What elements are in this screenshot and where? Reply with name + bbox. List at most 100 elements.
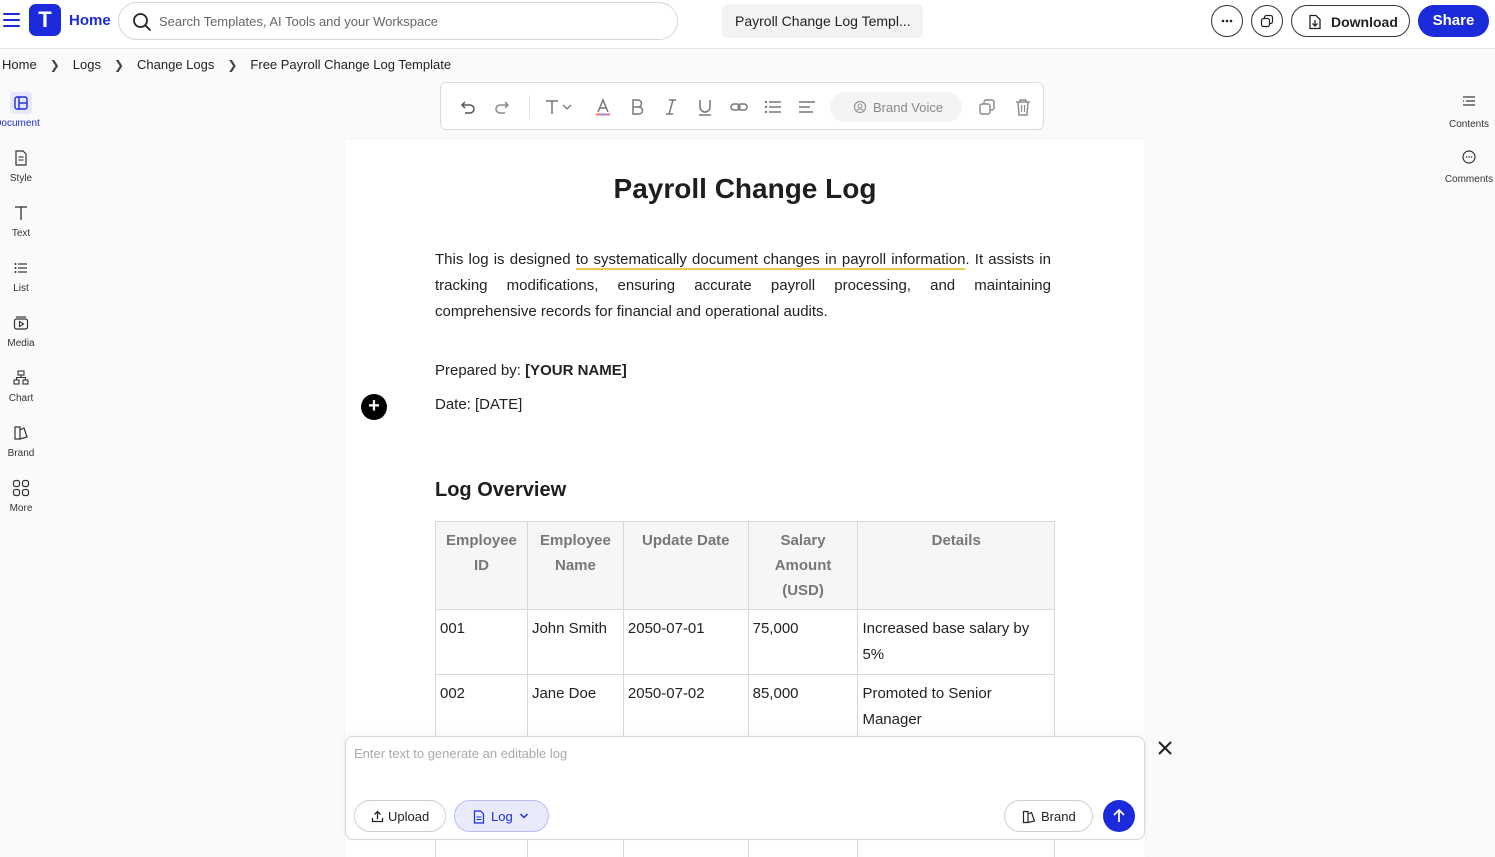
sidebar-item-label: List bbox=[13, 283, 29, 294]
delete-icon[interactable] bbox=[1013, 97, 1033, 117]
contents-button[interactable]: Contents bbox=[1439, 94, 1495, 134]
table-cell[interactable]: 2050-07-02 bbox=[622, 674, 749, 740]
bullet-list-icon[interactable] bbox=[763, 97, 783, 117]
top-bar: T Home Payroll Change Log Templ... Downl… bbox=[0, 0, 1495, 49]
brand-voice-label: Brand Voice bbox=[873, 100, 944, 115]
chevron-right-icon: ❯ bbox=[113, 57, 125, 72]
brand-button[interactable]: Brand bbox=[1004, 800, 1093, 832]
breadcrumb-current: Free Payroll Change Log Template bbox=[250, 57, 452, 72]
add-block-button[interactable]: + bbox=[361, 394, 387, 420]
close-icon[interactable] bbox=[1156, 739, 1174, 757]
text-color-icon[interactable] bbox=[593, 97, 613, 117]
log-type-label: Log bbox=[491, 809, 513, 824]
highlighted-phrase[interactable]: to systematically document changes in pa… bbox=[576, 251, 966, 268]
prepared-by-line[interactable]: Prepared by: [YOUR NAME] bbox=[435, 362, 627, 379]
bold-icon[interactable] bbox=[627, 97, 647, 117]
brand-voice-icon bbox=[853, 100, 867, 114]
contents-icon bbox=[1463, 96, 1475, 106]
brand-voice-button[interactable]: Brand Voice bbox=[830, 92, 962, 122]
home-link[interactable]: Home bbox=[69, 12, 111, 29]
sidebar-item-chart[interactable]: Chart bbox=[0, 365, 44, 415]
table-cell[interactable]: Increased base salary by 5% bbox=[857, 609, 1055, 675]
breadcrumb-change-logs[interactable]: Change Logs bbox=[137, 57, 214, 72]
sidebar-item-label: Style bbox=[9, 173, 33, 184]
more-options-button[interactable] bbox=[1211, 5, 1243, 37]
table-row: 002 Jane Doe 2050-07-02 85,000 Promoted … bbox=[435, 674, 1055, 740]
brand-icon bbox=[10, 422, 32, 444]
prepared-value: [YOUR NAME] bbox=[525, 362, 627, 379]
toolbar-divider bbox=[529, 95, 530, 119]
send-button[interactable] bbox=[1103, 800, 1135, 832]
column-header[interactable]: Details bbox=[857, 521, 1055, 610]
document-heading[interactable]: Payroll Change Log bbox=[345, 173, 1145, 205]
intro-text-start: This log is designed bbox=[435, 251, 576, 268]
breadcrumb: Home ❯ Logs ❯ Change Logs ❯ Free Payroll… bbox=[2, 57, 451, 72]
search-bar[interactable] bbox=[118, 2, 678, 40]
download-label: Download bbox=[1331, 14, 1398, 30]
redo-icon[interactable] bbox=[493, 97, 513, 117]
italic-icon[interactable] bbox=[661, 97, 681, 117]
duplicate-block-icon[interactable] bbox=[977, 97, 997, 117]
document-title[interactable]: Payroll Change Log Templ... bbox=[722, 4, 923, 38]
table-cell[interactable]: John Smith bbox=[526, 609, 624, 675]
table-cell[interactable]: 75,000 bbox=[747, 609, 859, 675]
breadcrumb-logs[interactable]: Logs bbox=[73, 57, 101, 72]
text-size-icon bbox=[546, 100, 572, 114]
list-icon bbox=[10, 257, 32, 279]
download-button[interactable]: Download bbox=[1291, 5, 1410, 37]
table-cell[interactable]: Promoted to Senior Manager bbox=[857, 674, 1055, 740]
search-input[interactable] bbox=[159, 11, 659, 31]
sidebar-item-label: Brand bbox=[7, 448, 35, 459]
sidebar-item-label: Chart bbox=[8, 393, 34, 404]
sidebar-item-more[interactable]: More bbox=[0, 475, 44, 525]
sidebar-item-label: More bbox=[9, 503, 33, 514]
table-cell[interactable]: 002 bbox=[435, 674, 528, 740]
intro-paragraph[interactable]: This log is designed to systematically d… bbox=[435, 247, 1051, 325]
date-line[interactable]: Date: [DATE] bbox=[435, 396, 522, 413]
copy-icon bbox=[1260, 14, 1274, 28]
table-cell[interactable]: Jane Doe bbox=[526, 674, 624, 740]
prompt-input[interactable] bbox=[354, 746, 1134, 786]
sidebar-item-media[interactable]: Media bbox=[0, 310, 44, 360]
comments-button[interactable]: Comments bbox=[1439, 149, 1495, 189]
column-header[interactable]: Employee Name bbox=[526, 521, 624, 610]
table-cell[interactable]: 2050-07-01 bbox=[622, 609, 749, 675]
comments-icon bbox=[1462, 150, 1476, 164]
align-icon[interactable] bbox=[797, 97, 817, 117]
upload-label: Upload bbox=[388, 809, 430, 824]
contents-label: Contents bbox=[1448, 119, 1490, 130]
section-heading[interactable]: Log Overview bbox=[435, 479, 566, 502]
table-cell[interactable]: 85,000 bbox=[747, 674, 859, 740]
column-header[interactable]: Employee ID bbox=[435, 521, 528, 610]
prepared-label: Prepared by: bbox=[435, 362, 526, 379]
text-size-dropdown[interactable] bbox=[543, 97, 579, 117]
download-file-icon bbox=[1309, 14, 1321, 30]
chevron-right-icon: ❯ bbox=[49, 57, 60, 72]
undo-icon[interactable] bbox=[457, 97, 477, 117]
table-cell[interactable]: 001 bbox=[435, 609, 528, 675]
arrow-up-icon bbox=[1113, 808, 1125, 822]
upload-icon bbox=[371, 810, 384, 823]
duplicate-button[interactable] bbox=[1251, 5, 1283, 37]
link-icon[interactable] bbox=[729, 97, 749, 117]
sidebar-item-list[interactable]: List bbox=[0, 255, 44, 305]
sidebar-item-document[interactable]: Document bbox=[0, 90, 44, 140]
chevron-down-icon bbox=[519, 813, 529, 819]
share-button[interactable]: Share bbox=[1418, 5, 1489, 37]
breadcrumb-home[interactable]: Home bbox=[2, 57, 37, 72]
app-logo[interactable]: T bbox=[29, 4, 61, 36]
sidebar-item-brand[interactable]: Brand bbox=[0, 420, 44, 470]
sidebar-item-style[interactable]: Style bbox=[0, 145, 44, 195]
sidebar-item-text[interactable]: Text bbox=[0, 200, 44, 250]
log-type-dropdown[interactable]: Log bbox=[454, 800, 549, 832]
comments-label: Comments bbox=[1444, 174, 1494, 185]
sidebar-item-label: Media bbox=[7, 338, 35, 349]
document-layout-icon bbox=[10, 92, 32, 114]
upload-button[interactable]: Upload bbox=[354, 800, 446, 832]
underline-icon[interactable] bbox=[695, 97, 715, 117]
column-header[interactable]: Update Date bbox=[622, 521, 749, 610]
table-header-row: Employee ID Employee Name Update Date Sa… bbox=[435, 521, 1055, 610]
sidebar-item-label: Text bbox=[11, 228, 31, 239]
menu-icon[interactable] bbox=[3, 13, 20, 27]
column-header[interactable]: Salary Amount (USD) bbox=[747, 521, 859, 610]
